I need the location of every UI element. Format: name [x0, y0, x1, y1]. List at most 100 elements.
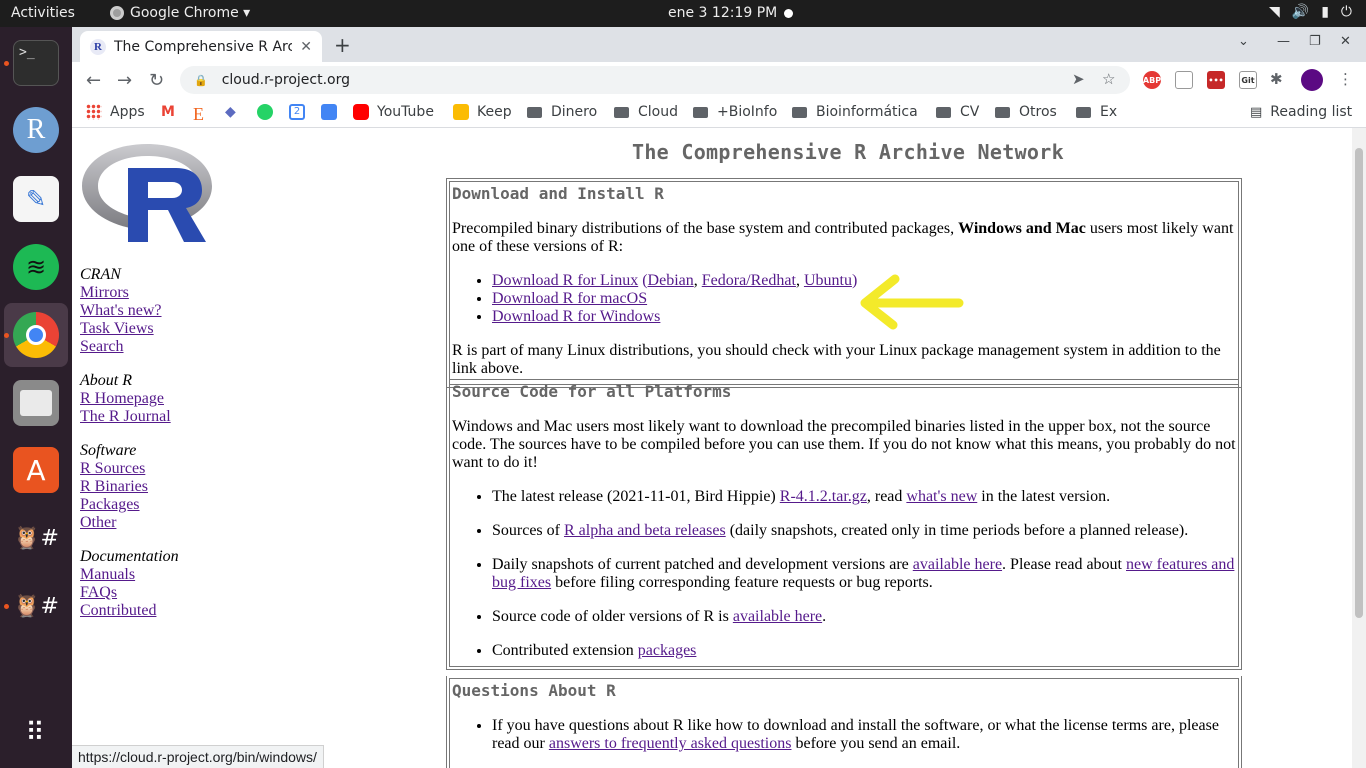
etsy-bookmark[interactable]: E — [193, 104, 209, 124]
send-tab-icon[interactable]: ➤ — [1072, 70, 1085, 88]
sidebar-link-r-binaries[interactable]: R Binaries — [80, 478, 179, 496]
maximize-button[interactable]: ❐ — [1309, 34, 1321, 49]
sidebar-link-task-views[interactable]: Task Views — [80, 320, 179, 338]
sidebar-link-packages[interactable]: Packages — [80, 496, 179, 514]
menu-kebab-icon[interactable]: ⋮ — [1338, 70, 1353, 88]
profile-avatar[interactable] — [1301, 69, 1323, 91]
tab-strip: R The Comprehensive R Archive Network ✕ … — [72, 27, 1366, 62]
extensions-puzzle-icon[interactable]: ✱ — [1270, 70, 1283, 88]
older-versions-link[interactable]: available here — [733, 608, 822, 625]
ubuntu-link[interactable]: Ubuntu — [804, 272, 852, 289]
chrome-dock-icon[interactable] — [13, 312, 59, 358]
address-bar[interactable]: 🔒 cloud.r-project.org — [180, 66, 1130, 94]
faq-link[interactable]: answers to frequently asked questions — [549, 735, 792, 752]
sidebar-link-whats-new[interactable]: What's new? — [80, 302, 179, 320]
volume-icon[interactable]: 🔊 — [1292, 4, 1309, 20]
adblock-icon[interactable]: ABP — [1143, 71, 1161, 89]
clock[interactable]: ene 3 12:19 PM — [668, 5, 777, 21]
item-text: Contributed extension — [492, 642, 638, 659]
translate-bookmark[interactable] — [321, 104, 337, 120]
sidebar-group-software: Software R Sources R Binaries Packages O… — [80, 442, 179, 532]
debian-link[interactable]: Debian — [648, 272, 694, 289]
system-tray[interactable]: ◥ 🔊 ▮ ⏻ — [1269, 4, 1352, 20]
sidebar-link-search[interactable]: Search — [80, 338, 179, 356]
app-menu[interactable]: Google Chrome ▾ — [110, 5, 250, 21]
terminal-icon[interactable]: >_ — [13, 40, 59, 86]
sidebar-header: Documentation — [80, 548, 179, 565]
dock: >_ R ✎ ≋ A 🦉# 🦉# ⠿ — [0, 27, 72, 768]
app-icon-2[interactable]: 🦉# — [13, 583, 59, 629]
download-windows-link[interactable]: Download R for Windows — [492, 308, 660, 325]
sidebar-link-r-homepage[interactable]: R Homepage — [80, 390, 179, 408]
back-button[interactable]: ← — [86, 70, 101, 91]
calendar-bookmark[interactable]: 2 — [289, 104, 305, 120]
power-icon[interactable]: ⏻ — [1341, 4, 1352, 20]
edu-bookmark[interactable]: ◆ — [225, 104, 241, 120]
minimize-button[interactable]: — — [1277, 34, 1290, 49]
download-linux-link[interactable]: Download R for Linux — [492, 272, 638, 289]
intro-text: Precompiled binary distributions of the … — [452, 220, 959, 237]
bookmark-otros[interactable]: Otros — [995, 104, 1057, 120]
snapshots-link[interactable]: available here — [913, 556, 1002, 573]
extension-page-icon[interactable] — [1175, 71, 1193, 89]
bookmark-label: Apps — [110, 104, 145, 120]
whatsapp-bookmark[interactable] — [257, 104, 273, 120]
alpha-beta-link[interactable]: R alpha and beta releases — [564, 522, 726, 539]
bookmark-dinero[interactable]: Dinero — [527, 104, 597, 120]
battery-icon[interactable]: ▮ — [1321, 4, 1329, 20]
e-icon: E — [193, 104, 204, 124]
bookmark-keep[interactable]: Keep — [453, 104, 512, 120]
spotify-icon[interactable]: ≋ — [13, 244, 59, 290]
sidebar-link-r-sources[interactable]: R Sources — [80, 460, 179, 478]
sidebar-link-other[interactable]: Other — [80, 514, 179, 532]
tab-search-icon[interactable]: ⌄ — [1238, 34, 1249, 49]
bookmark-cv[interactable]: CV — [936, 104, 979, 120]
gitzip-icon[interactable]: Git — [1239, 71, 1257, 89]
bookmark-label: YouTube — [377, 104, 434, 120]
lock-icon[interactable]: 🔒 — [194, 74, 208, 87]
whats-new-link[interactable]: what's new — [906, 488, 977, 505]
page-scrollbar[interactable] — [1352, 128, 1366, 768]
tab-close-icon[interactable]: ✕ — [300, 39, 312, 55]
close-window-button[interactable]: ✕ — [1340, 34, 1351, 49]
packages-link[interactable]: packages — [638, 642, 697, 659]
list-item: Sources of R alpha and beta releases (da… — [492, 522, 1236, 540]
reading-list-button[interactable]: ▤ Reading list — [1250, 104, 1352, 120]
r-icon[interactable]: R — [13, 107, 59, 153]
extension-red-icon[interactable]: ••• — [1207, 71, 1225, 89]
bookmark-bioinfo[interactable]: +BioInfo — [693, 104, 777, 120]
activities-button[interactable]: Activities — [11, 5, 75, 21]
show-apps-icon[interactable]: ⠿ — [13, 710, 59, 756]
bookmark-apps[interactable]: Apps — [86, 104, 145, 120]
bookmark-ex[interactable]: Ex — [1076, 104, 1117, 120]
sidebar-link-contributed[interactable]: Contributed — [80, 602, 179, 620]
reload-button[interactable]: ↻ — [149, 70, 164, 91]
page-title: The Comprehensive R Archive Network — [632, 140, 1064, 164]
url-text[interactable]: cloud.r-project.org — [222, 72, 350, 88]
bookmark-bioinformatica[interactable]: Bioinformática — [792, 104, 918, 120]
software-center-icon[interactable]: A — [13, 447, 59, 493]
bookmark-youtube[interactable]: YouTube — [353, 104, 434, 120]
sidebar-link-faqs[interactable]: FAQs — [80, 584, 179, 602]
wifi-icon[interactable]: ◥ — [1269, 4, 1280, 20]
files-icon[interactable] — [13, 380, 59, 426]
bookmark-label: Bioinformática — [816, 104, 918, 120]
app-icon-1[interactable]: 🦉# — [13, 515, 59, 561]
r-logo[interactable] — [80, 140, 214, 244]
bookmark-cloud[interactable]: Cloud — [614, 104, 678, 120]
forward-button[interactable]: → — [117, 70, 132, 91]
bookmark-star-icon[interactable]: ☆ — [1102, 70, 1115, 88]
sidebar-link-manuals[interactable]: Manuals — [80, 566, 179, 584]
tab-title: The Comprehensive R Archive Network — [114, 38, 293, 55]
sidebar-link-r-journal[interactable]: The R Journal — [80, 408, 179, 426]
folder-icon — [936, 106, 951, 118]
r-tarball-link[interactable]: R-4.1.2.tar.gz — [780, 488, 867, 505]
new-tab-button[interactable]: + — [334, 33, 351, 57]
gmail-bookmark[interactable]: M — [161, 104, 177, 120]
fedora-link[interactable]: Fedora/Redhat — [702, 272, 796, 289]
tab-active[interactable]: R The Comprehensive R Archive Network ✕ — [80, 31, 322, 62]
sidebar-link-mirrors[interactable]: Mirrors — [80, 284, 179, 302]
download-macos-link[interactable]: Download R for macOS — [492, 290, 647, 307]
text-editor-icon[interactable]: ✎ — [13, 176, 59, 222]
scrollbar-thumb[interactable] — [1355, 148, 1363, 618]
